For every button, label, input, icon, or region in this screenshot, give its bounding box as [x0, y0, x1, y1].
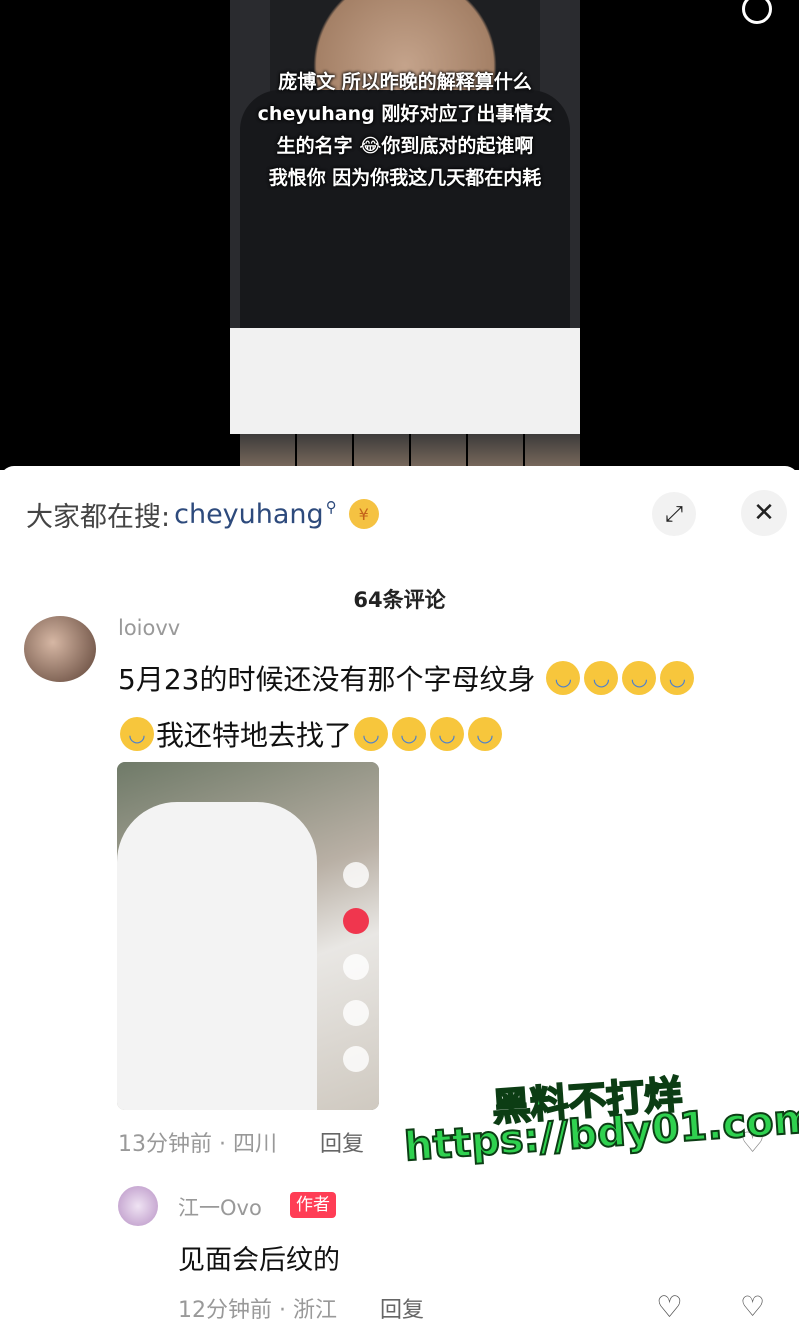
- comment-icon: [343, 954, 369, 980]
- crying-face-icon: ◡: [584, 661, 619, 695]
- comment-line-1: 5月23的时候还没有那个字母纹身: [118, 663, 536, 696]
- comment-location: 四川: [232, 1132, 277, 1157]
- thumbnail[interactable]: [354, 434, 409, 468]
- photo-side-icons: [343, 862, 373, 1092]
- crying-face-icon: ◡: [546, 661, 581, 695]
- crying-face-icon: ◡: [622, 661, 657, 695]
- avatar-icon: [343, 862, 369, 888]
- crying-face-icon: ◡: [468, 717, 503, 751]
- caption-line-4: 我恨你 因为你我这几天都在内耗: [268, 167, 542, 189]
- comment-count: 64条评论: [353, 588, 446, 612]
- thumbnail[interactable]: [297, 434, 352, 468]
- avatar[interactable]: [118, 1186, 158, 1226]
- trending-search[interactable]: 大家都在搜: cheyuhang ⚲ ¥: [26, 496, 379, 533]
- video-player[interactable]: 庞博文 所以昨晚的解释算什么 cheyuhang 刚好对应了出事情女 生的名字 …: [0, 0, 799, 470]
- reply-button[interactable]: 回复: [380, 1298, 424, 1323]
- author-badge: 作者: [290, 1192, 336, 1218]
- video-bottom-panel: [230, 328, 580, 434]
- crying-face-icon: ◡: [354, 717, 389, 751]
- avatar[interactable]: [24, 616, 96, 682]
- search-icon[interactable]: [742, 0, 772, 24]
- search-icon[interactable]: ⚲: [326, 498, 337, 516]
- comment-time: 13分钟前: [118, 1132, 212, 1157]
- comment-text: 5月23的时候还没有那个字母纹身 ◡ ◡ ◡ ◡ ◡ 我还特地去找了 ◡ ◡ ◡ ◡: [118, 652, 778, 764]
- thumbnail[interactable]: [525, 434, 580, 468]
- thumbnail-strip[interactable]: [240, 434, 580, 468]
- video-caption: 庞博文 所以昨晚的解释算什么 cheyuhang 刚好对应了出事情女 生的名字 …: [240, 66, 570, 194]
- share-icon: [343, 1046, 369, 1072]
- expand-icon[interactable]: ⤢: [652, 492, 696, 536]
- star-icon: [343, 1000, 369, 1026]
- comment-location: 浙江: [292, 1298, 337, 1323]
- comment-meta: 13分钟前 · 四川 回复: [118, 1132, 365, 1157]
- comment-image[interactable]: [117, 762, 379, 1110]
- crying-face-icon: ◡: [120, 717, 154, 751]
- crying-face-icon: ◡: [430, 717, 465, 751]
- caption-line-3: 生的名字 😂你到底对的起谁啊: [276, 135, 534, 157]
- comment-username[interactable]: 江一Ovo: [178, 1192, 262, 1222]
- crying-face-icon: ◡: [660, 661, 695, 695]
- like-icon[interactable]: ♡: [656, 1290, 683, 1325]
- comment-time: 12分钟前: [178, 1298, 272, 1323]
- comment-username[interactable]: loiovv: [118, 616, 180, 640]
- close-icon[interactable]: ✕: [741, 490, 787, 536]
- photo-subject: [117, 802, 317, 1110]
- caption-line-1: 庞博文 所以昨晚的解释算什么: [278, 71, 532, 93]
- coin-icon[interactable]: ¥: [348, 499, 379, 529]
- thumbnail[interactable]: [240, 434, 295, 468]
- crying-face-icon: ◡: [392, 717, 427, 751]
- trending-term[interactable]: cheyuhang: [174, 499, 324, 530]
- dislike-icon[interactable]: ♡: [740, 1290, 765, 1323]
- thumbnail[interactable]: [468, 434, 523, 468]
- trending-label: 大家都在搜:: [26, 501, 171, 533]
- caption-line-2: cheyuhang 刚好对应了出事情女: [257, 103, 553, 125]
- comment-text: 见面会后纹的: [178, 1245, 340, 1276]
- comment-meta: 12分钟前 · 浙江 回复: [178, 1298, 425, 1323]
- heart-icon: [343, 908, 369, 934]
- thumbnail[interactable]: [411, 434, 466, 468]
- comment-sheet: 大家都在搜: cheyuhang ⚲ ¥ ⤢ ✕ 64条评论 loiovv 5月…: [0, 466, 799, 1325]
- reply-button[interactable]: 回复: [320, 1132, 364, 1157]
- comment-line-2: 我还特地去找了: [156, 719, 353, 752]
